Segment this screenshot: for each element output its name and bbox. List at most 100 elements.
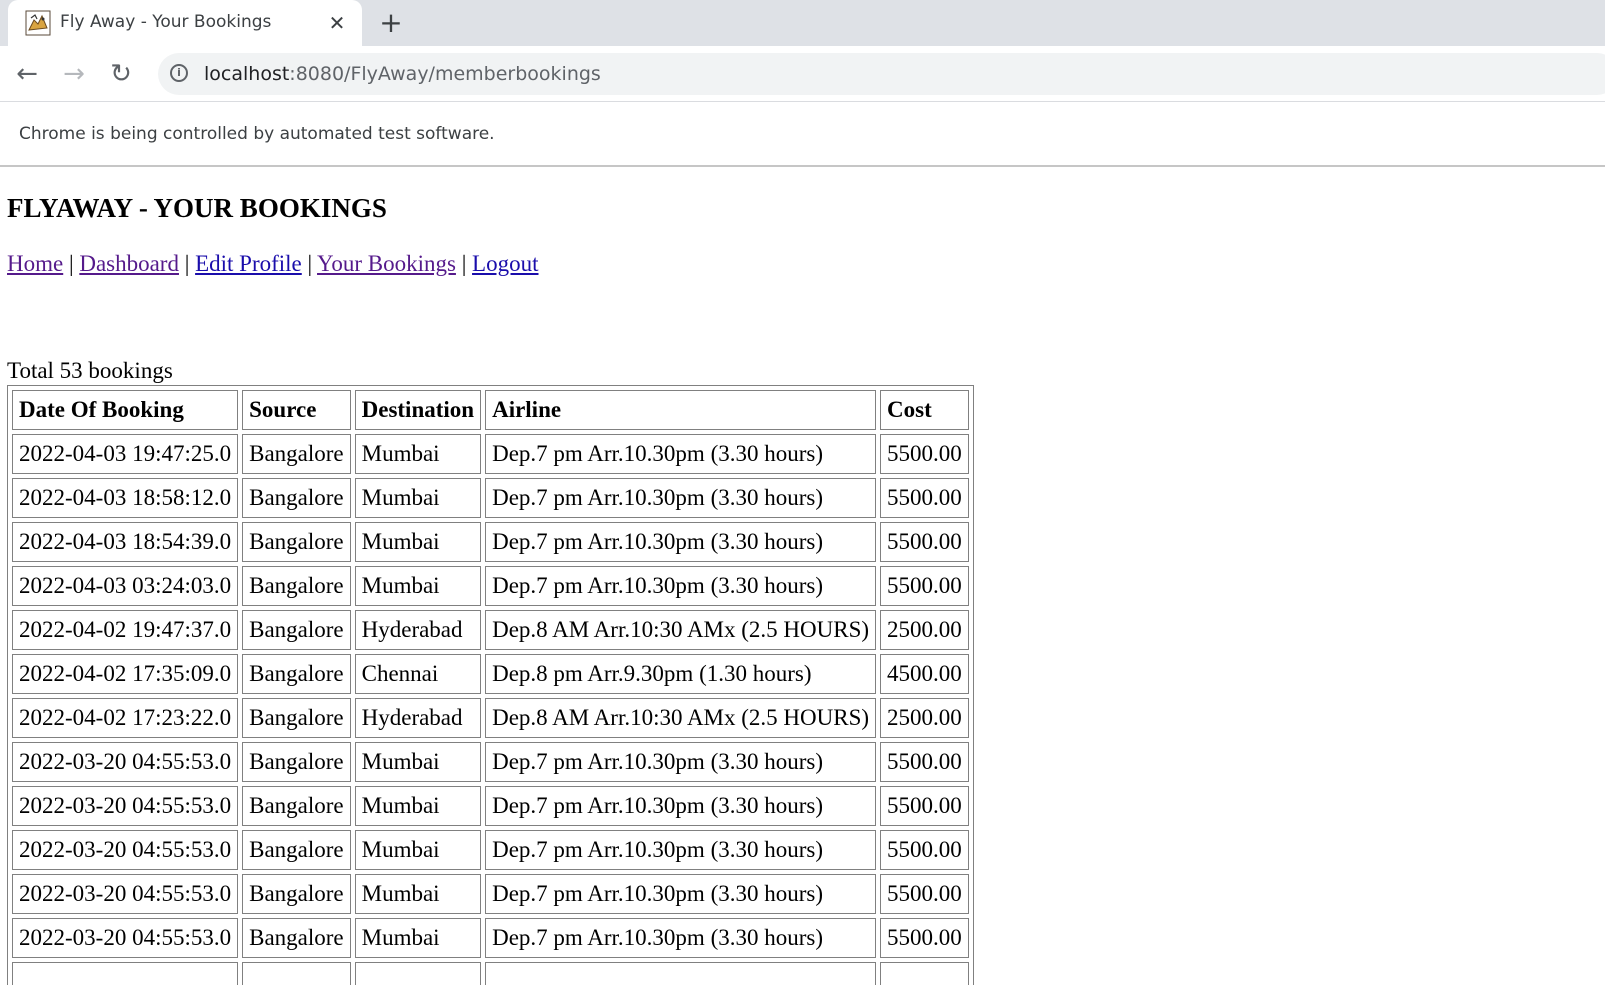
back-arrow-icon[interactable]: ←	[10, 57, 44, 91]
cell-destination	[354, 962, 482, 985]
cell-airline: Dep.7 pm Arr.10.30pm (3.30 hours)	[485, 478, 877, 518]
column-header: Destination	[354, 390, 482, 430]
column-header: Airline	[485, 390, 877, 430]
table-row: 2022-04-03 18:58:12.0 Bangalore Mumbai Dep.…	[12, 478, 969, 518]
cell-source: Bangalore	[242, 786, 351, 826]
cell-destination: Mumbai	[354, 566, 482, 606]
cell-cost: 5500.00	[880, 478, 969, 518]
cell-airline: Dep.7 pm Arr.10.30pm (3.30 hours)	[485, 566, 877, 606]
cell-source: Bangalore	[242, 874, 351, 914]
cell-date: 2022-03-20 04:55:53.0	[12, 742, 239, 782]
cell-cost	[880, 962, 969, 985]
cell-destination: Mumbai	[354, 830, 482, 870]
cell-airline: Dep.7 pm Arr.10.30pm (3.30 hours)	[485, 918, 877, 958]
column-header: Source	[242, 390, 351, 430]
table-header-row: Date Of Booking Source Destination Airli…	[12, 390, 969, 430]
tab-strip: Fly Away - Your Bookings ✕ +	[0, 0, 1605, 46]
nav-link-dashboard[interactable]: Dashboard	[79, 251, 179, 276]
nav-link-your-bookings[interactable]: Your Bookings	[317, 251, 456, 276]
table-row: 2022-04-02 19:47:37.0 Bangalore Hyderabad D…	[12, 610, 969, 650]
close-icon[interactable]: ✕	[325, 11, 349, 35]
cell-airline: Dep.7 pm Arr.10.30pm (3.30 hours)	[485, 522, 877, 562]
cell-source: Bangalore	[242, 610, 351, 650]
page-content: FLYAWAY - YOUR BOOKINGS Home | Dashboard…	[0, 167, 1605, 985]
address-bar[interactable]: i localhost:8080/FlyAway/memberbookings	[158, 53, 1605, 95]
nav-separator: |	[68, 251, 74, 276]
table-row: 2022-03-20 04:55:53.0 Bangalore Mumbai Dep.…	[12, 874, 969, 914]
cell-date: 2022-04-03 19:47:25.0	[12, 434, 239, 474]
table-row: 2022-03-20 04:55:53.0 Bangalore Mumbai Dep.…	[12, 830, 969, 870]
nav-links: Home | Dashboard | Edit Profile | Your B…	[7, 251, 539, 277]
tab-title: Fly Away - Your Bookings	[60, 12, 272, 32]
nav-link-logout[interactable]: Logout	[472, 251, 538, 276]
total-bookings: Total 53 bookings	[7, 358, 173, 383]
cell-destination: Mumbai	[354, 478, 482, 518]
browser-tab[interactable]: Fly Away - Your Bookings ✕	[8, 0, 362, 46]
table-row: 2022-04-03 18:54:39.0 Bangalore Mumbai Dep.…	[12, 522, 969, 562]
cell-airline: Dep.7 pm Arr.10.30pm (3.30 hours)	[485, 742, 877, 782]
cell-date: 2022-04-03 18:54:39.0	[12, 522, 239, 562]
table-row: 2022-04-03 19:47:25.0 Bangalore Mumbai Dep.…	[12, 434, 969, 474]
nav-separator: |	[461, 251, 467, 276]
cell-cost: 2500.00	[880, 698, 969, 738]
cell-source: Bangalore	[242, 522, 351, 562]
table-row: 2022-03-20 04:55:53.0 Bangalore Mumbai Dep.…	[12, 742, 969, 782]
table-row: 2022-03-20 04:55:53.0 Bangalore Mumbai Dep.…	[12, 786, 969, 826]
cell-destination: Mumbai	[354, 786, 482, 826]
cell-airline: Dep.7 pm Arr.10.30pm (3.30 hours)	[485, 874, 877, 914]
cell-source: Bangalore	[242, 742, 351, 782]
cell-date: 2022-04-02 17:23:22.0	[12, 698, 239, 738]
cell-cost: 5500.00	[880, 566, 969, 606]
nav-link-edit-profile[interactable]: Edit Profile	[195, 251, 302, 276]
cell-destination: Hyderabad	[354, 698, 482, 738]
cell-date: 2022-04-02 19:47:37.0	[12, 610, 239, 650]
cell-airline: Dep.8 AM Arr.10:30 AMx (2.5 HOURS)	[485, 610, 877, 650]
column-header: Cost	[880, 390, 969, 430]
cell-date: 2022-04-03 03:24:03.0	[12, 566, 239, 606]
cell-destination: Mumbai	[354, 434, 482, 474]
cell-date: 2022-04-02 17:35:09.0	[12, 654, 239, 694]
table-row: 2022-03-20 04:55:53.0 Bangalore Mumbai Dep.…	[12, 918, 969, 958]
cell-cost: 5500.00	[880, 918, 969, 958]
cell-source: Bangalore	[242, 654, 351, 694]
automation-infobar: Chrome is being controlled by automated …	[0, 101, 1605, 167]
cell-destination: Mumbai	[354, 874, 482, 914]
cell-cost: 5500.00	[880, 522, 969, 562]
bookings-table: Date Of Booking Source Destination Airli…	[7, 385, 974, 985]
browser-toolbar: ← → ↻ i localhost:8080/FlyAway/memberboo…	[0, 46, 1605, 101]
cell-destination: Mumbai	[354, 918, 482, 958]
cell-airline: Dep.8 pm Arr.9.30pm (1.30 hours)	[485, 654, 877, 694]
cell-cost: 2500.00	[880, 610, 969, 650]
column-header: Date Of Booking	[12, 390, 239, 430]
cell-source: Bangalore	[242, 830, 351, 870]
table-row: 2022-04-02 17:23:22.0 Bangalore Hyderabad D…	[12, 698, 969, 738]
cell-date: 2022-03-20 04:55:53.0	[12, 830, 239, 870]
forward-arrow-icon[interactable]: →	[57, 57, 91, 91]
cell-destination: Hyderabad	[354, 610, 482, 650]
info-icon[interactable]: i	[170, 64, 188, 82]
cell-cost: 5500.00	[880, 786, 969, 826]
infobar-text: Chrome is being controlled by automated …	[19, 124, 495, 144]
cell-source: Bangalore	[242, 918, 351, 958]
nav-separator: |	[184, 251, 190, 276]
cell-destination: Mumbai	[354, 742, 482, 782]
nav-link-home[interactable]: Home	[7, 251, 63, 276]
table-body: 2022-04-03 19:47:25.0 Bangalore Mumbai Dep.…	[12, 434, 969, 985]
cell-source: Bangalore	[242, 434, 351, 474]
cell-date	[12, 962, 239, 985]
cell-date: 2022-03-20 04:55:53.0	[12, 874, 239, 914]
reload-icon[interactable]: ↻	[104, 57, 138, 91]
cell-cost: 5500.00	[880, 434, 969, 474]
plus-icon[interactable]: +	[377, 9, 405, 37]
cell-cost: 5500.00	[880, 742, 969, 782]
table-row	[12, 962, 969, 985]
cell-airline: Dep.7 pm Arr.10.30pm (3.30 hours)	[485, 786, 877, 826]
cell-source: Bangalore	[242, 566, 351, 606]
cell-cost: 4500.00	[880, 654, 969, 694]
nav-separator: |	[307, 251, 313, 276]
url-text[interactable]: localhost:8080/FlyAway/memberbookings	[204, 63, 601, 85]
table-row: 2022-04-03 03:24:03.0 Bangalore Mumbai Dep.…	[12, 566, 969, 606]
cell-airline	[485, 962, 877, 985]
page-title: FLYAWAY - YOUR BOOKINGS	[7, 193, 387, 223]
cell-date: 2022-03-20 04:55:53.0	[12, 786, 239, 826]
